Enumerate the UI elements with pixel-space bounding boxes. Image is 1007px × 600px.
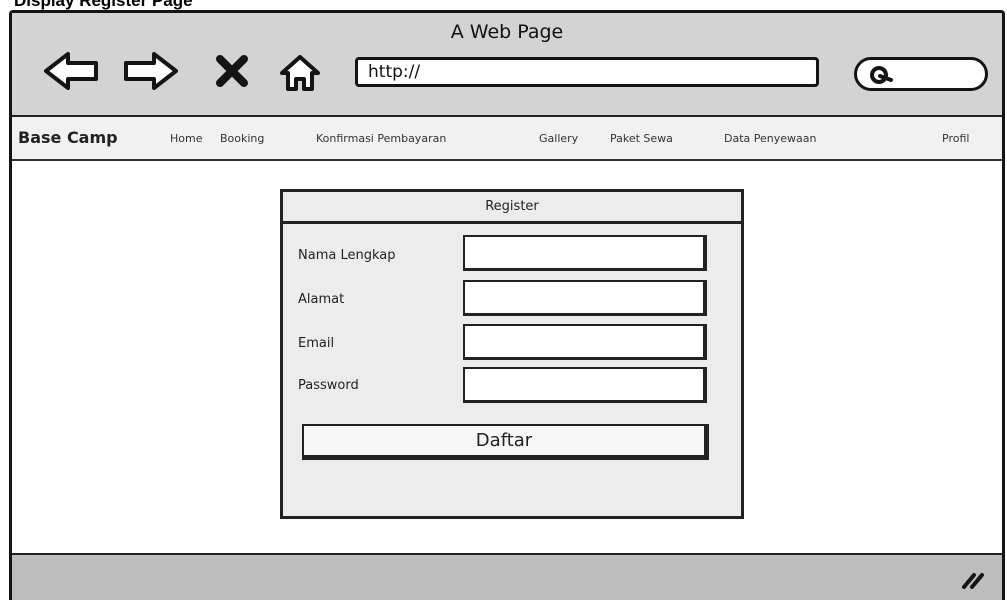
- nav-link-profil[interactable]: Profil: [942, 132, 969, 145]
- nav-link-booking[interactable]: Booking: [220, 132, 264, 145]
- page-content: Register Nama Lengkap Alamat Email Passw…: [12, 161, 1002, 553]
- close-icon: [216, 55, 248, 87]
- browser-statusbar: [12, 553, 1002, 600]
- nav-link-gallery[interactable]: Gallery: [539, 132, 578, 145]
- home-icon: [280, 55, 320, 91]
- field-label-email: Email: [298, 336, 335, 351]
- nama-lengkap-field[interactable]: [463, 235, 707, 271]
- forward-arrow-icon: [124, 52, 178, 90]
- forward-button[interactable]: [122, 51, 180, 91]
- form-title: Register: [283, 192, 741, 224]
- search-input[interactable]: [854, 57, 988, 91]
- back-arrow-icon: [44, 52, 98, 90]
- daftar-button[interactable]: Daftar: [302, 424, 709, 460]
- password-field[interactable]: [463, 367, 707, 403]
- nav-link-home[interactable]: Home: [170, 132, 202, 145]
- nav-link-konfirmasi-pembayaran[interactable]: Konfirmasi Pembayaran: [316, 132, 446, 145]
- site-navbar: Base Camp Home Booking Konfirmasi Pembay…: [12, 117, 1002, 161]
- search-icon: [870, 66, 893, 84]
- nav-link-paket-sewa[interactable]: Paket Sewa: [610, 132, 673, 145]
- url-input[interactable]: [355, 57, 819, 87]
- site-brand[interactable]: Base Camp: [18, 128, 118, 147]
- email-field[interactable]: [463, 324, 707, 360]
- nav-link-data-penyewaan[interactable]: Data Penyewaan: [724, 132, 816, 145]
- browser-titlebar: A Web Page: [12, 13, 1002, 117]
- alamat-field[interactable]: [463, 280, 707, 316]
- register-form: Register Nama Lengkap Alamat Email Passw…: [280, 189, 744, 519]
- browser-window: A Web Page http:// Base Camp Home Bookin…: [9, 10, 1005, 600]
- back-button[interactable]: [42, 51, 100, 91]
- field-label-alamat: Alamat: [298, 292, 345, 307]
- field-label-nama-lengkap: Nama Lengkap: [298, 248, 396, 263]
- window-title: A Web Page: [450, 21, 564, 43]
- field-label-password: Password: [298, 378, 359, 393]
- home-button[interactable]: [278, 53, 322, 93]
- resize-grip-icon[interactable]: [960, 569, 986, 589]
- stop-button[interactable]: [215, 55, 249, 87]
